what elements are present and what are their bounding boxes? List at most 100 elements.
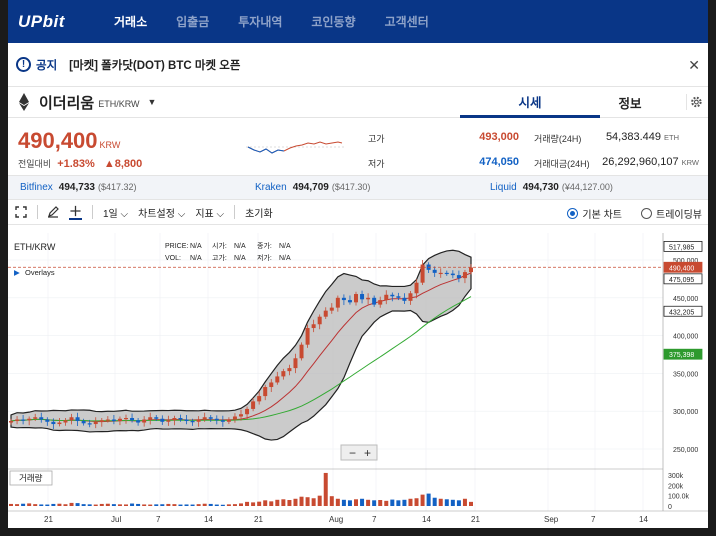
volume-bar	[257, 501, 262, 506]
zoom-in-button[interactable]: +	[364, 446, 371, 460]
coin-pair: ETH/KRW	[98, 99, 140, 109]
y-tick-label: 250,000	[673, 447, 698, 454]
chevron-down-icon: ⌵	[216, 208, 225, 220]
pencil-icon[interactable]	[47, 206, 59, 218]
volume-bar	[178, 504, 183, 506]
volume-unit: ETH	[664, 133, 679, 142]
crosshair-icon[interactable]	[69, 205, 82, 220]
close-icon[interactable]: ✕	[688, 57, 700, 74]
nav-exchange[interactable]: 거래소	[114, 13, 147, 30]
candle-body	[347, 300, 352, 303]
candle-body	[75, 417, 80, 422]
basic-chart-radio[interactable]: 기본 차트	[567, 206, 622, 221]
overlays-icon[interactable]: ▶	[14, 268, 20, 277]
candle-body	[208, 417, 213, 419]
volume-bar	[130, 503, 135, 506]
volume-tick-label: 300k	[668, 473, 684, 480]
candle-body	[202, 417, 207, 420]
volume-bar	[245, 501, 250, 506]
x-tick-label: 21	[44, 515, 53, 524]
candle-body	[305, 328, 310, 345]
candle-body	[33, 417, 38, 419]
price-summary: 490,400 KRW 전일대비 +1.83% ▲8,800 고가 493,000…	[8, 118, 708, 176]
notice-text[interactable]: [마켓] 폴카닷(DOT) BTC 마켓 오픈	[69, 57, 240, 73]
volume-bar	[27, 503, 32, 506]
candle-body	[341, 297, 346, 301]
volume-axis: 300k 200k 100.0k 0	[668, 473, 690, 511]
price-tag-label: 475,095	[669, 277, 694, 284]
volume-bar	[239, 503, 243, 506]
close-value: N/A	[279, 243, 291, 250]
interval-select[interactable]: 1일 ⌵	[103, 205, 128, 220]
candle-body	[245, 408, 250, 415]
volume-bar	[160, 504, 165, 506]
divider	[92, 205, 93, 219]
tradingview-radio[interactable]: 트레이딩뷰	[641, 206, 702, 221]
volume-bar	[438, 498, 443, 506]
fullscreen-icon[interactable]	[15, 206, 27, 218]
x-tick-label: 7	[156, 515, 161, 524]
volume-bar	[269, 501, 274, 506]
candle-body	[402, 297, 407, 301]
volume-bar	[390, 499, 395, 506]
tab-quote[interactable]: 시세	[460, 87, 600, 118]
upbit-logo[interactable]: UPbit	[18, 12, 114, 32]
x-tick-label: Jul	[111, 515, 121, 524]
reset-button[interactable]: 초기화	[245, 205, 273, 220]
ethereum-icon	[19, 93, 29, 111]
nav-investments[interactable]: 투자내역	[238, 13, 282, 30]
basic-chart-label: 기본 차트	[582, 210, 622, 221]
y-tick-label: 450,000	[673, 296, 698, 303]
volume-bar	[117, 504, 122, 506]
vol-value: N/A	[190, 255, 202, 262]
volume-bar	[396, 500, 401, 506]
candle-body	[111, 419, 116, 422]
candle-body	[438, 272, 443, 275]
chart-toolbar: 1일 ⌵ 차트설정 ⌵ 지표 ⌵ 초기화 기본 차트 트레이딩뷰	[8, 200, 708, 225]
volume-bar	[69, 502, 74, 506]
nav-deposit[interactable]: 입출금	[176, 13, 209, 30]
volume-bar	[444, 499, 449, 506]
indicators-label: 지표	[195, 208, 214, 220]
candle-body	[275, 376, 280, 383]
candle-body	[281, 371, 286, 377]
nav-customer-center[interactable]: 고객센터	[385, 13, 429, 30]
moving-average-green	[10, 296, 472, 422]
chart-settings-label: 차트설정	[138, 208, 175, 220]
chart-settings-select[interactable]: 차트설정 ⌵	[138, 205, 185, 220]
low-label: 저가:	[257, 253, 272, 262]
x-tick-label: 21	[471, 515, 480, 524]
exchange-name: Kraken	[255, 182, 287, 193]
candle-body	[117, 418, 122, 422]
candle-body	[105, 419, 110, 421]
indicators-select[interactable]: 지표 ⌵	[195, 205, 224, 220]
price-tag-label: 490,400	[669, 265, 694, 272]
price-tag-label: 375,398	[669, 352, 694, 359]
gear-icon[interactable]	[686, 94, 702, 110]
nav-coin-trends[interactable]: 코인동향	[311, 13, 355, 30]
app-window: UPbit 거래소 입출금 투자내역 코인동향 고객센터 ! 공지 [마켓] 폴…	[8, 0, 708, 528]
chevron-down-icon[interactable]: ▼	[148, 97, 157, 107]
volume-tick-label: 100.0k	[668, 494, 690, 501]
volume-bar	[432, 497, 437, 506]
high-label: 고가:	[212, 253, 227, 262]
candle-body	[354, 294, 358, 303]
tab-info[interactable]: 정보	[600, 87, 660, 118]
divider	[234, 205, 236, 219]
candle-body	[372, 297, 377, 305]
high-value: N/A	[234, 255, 246, 262]
candle-body	[154, 417, 159, 419]
candle-body	[293, 358, 298, 369]
low-price: 474,050	[479, 156, 519, 168]
change-percent: +1.83%	[57, 158, 95, 170]
candlestick-chart[interactable]: ETH/KRW ▶ Overlays PRICE: N/A 시가: N/A 종가…	[8, 233, 708, 528]
volume-bar	[426, 493, 431, 506]
candle-body	[190, 421, 195, 423]
x-tick-label: Sep	[544, 515, 559, 524]
candle-body	[384, 294, 389, 301]
volume-bar	[57, 503, 62, 506]
exchange-usd: ($417.32)	[97, 182, 137, 192]
volume-bar	[81, 504, 86, 506]
zoom-out-button[interactable]: −	[349, 446, 356, 460]
overlays-label[interactable]: Overlays	[25, 268, 55, 277]
